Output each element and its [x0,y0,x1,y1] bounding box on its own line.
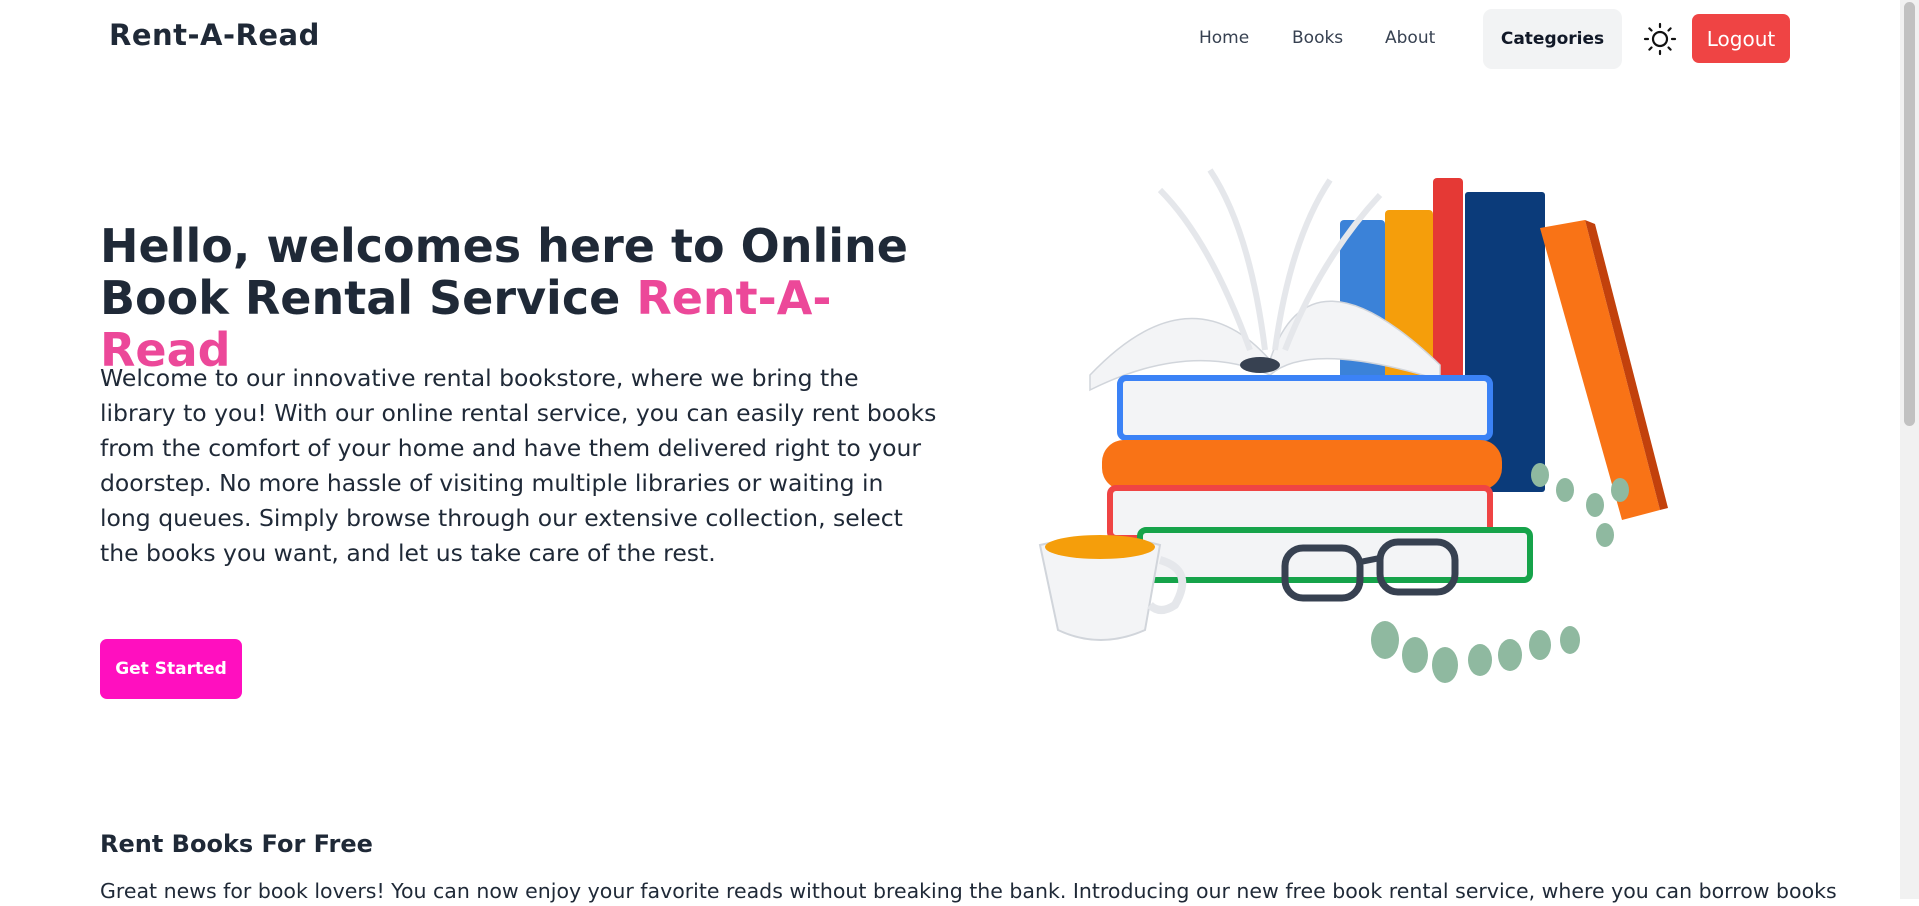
sun-icon [1643,22,1677,56]
nav-link-books[interactable]: Books [1292,28,1343,48]
navbar: Rent-A-Read Home Books About Categories … [0,0,1900,78]
nav-link-about[interactable]: About [1385,28,1435,48]
theme-toggle-button[interactable] [1643,22,1677,56]
logout-button[interactable]: Logout [1692,14,1790,63]
section-title: Rent Books For Free [100,830,373,858]
brand-logo[interactable]: Rent-A-Read [109,18,320,52]
hero-description: Welcome to our innovative rental booksto… [100,364,937,567]
section-text: Great news for book lovers! You can now … [100,879,1837,903]
page-scrollbar[interactable] [1900,0,1919,899]
get-started-button[interactable]: Get Started [100,639,242,699]
nav-link-home[interactable]: Home [1199,28,1249,48]
categories-button[interactable]: Categories [1483,9,1622,69]
hero-books-illustration [1010,150,1690,710]
hero-title: Hello, welcomes here to Online Book Rent… [100,220,960,376]
scrollbar-thumb[interactable] [1904,2,1915,426]
